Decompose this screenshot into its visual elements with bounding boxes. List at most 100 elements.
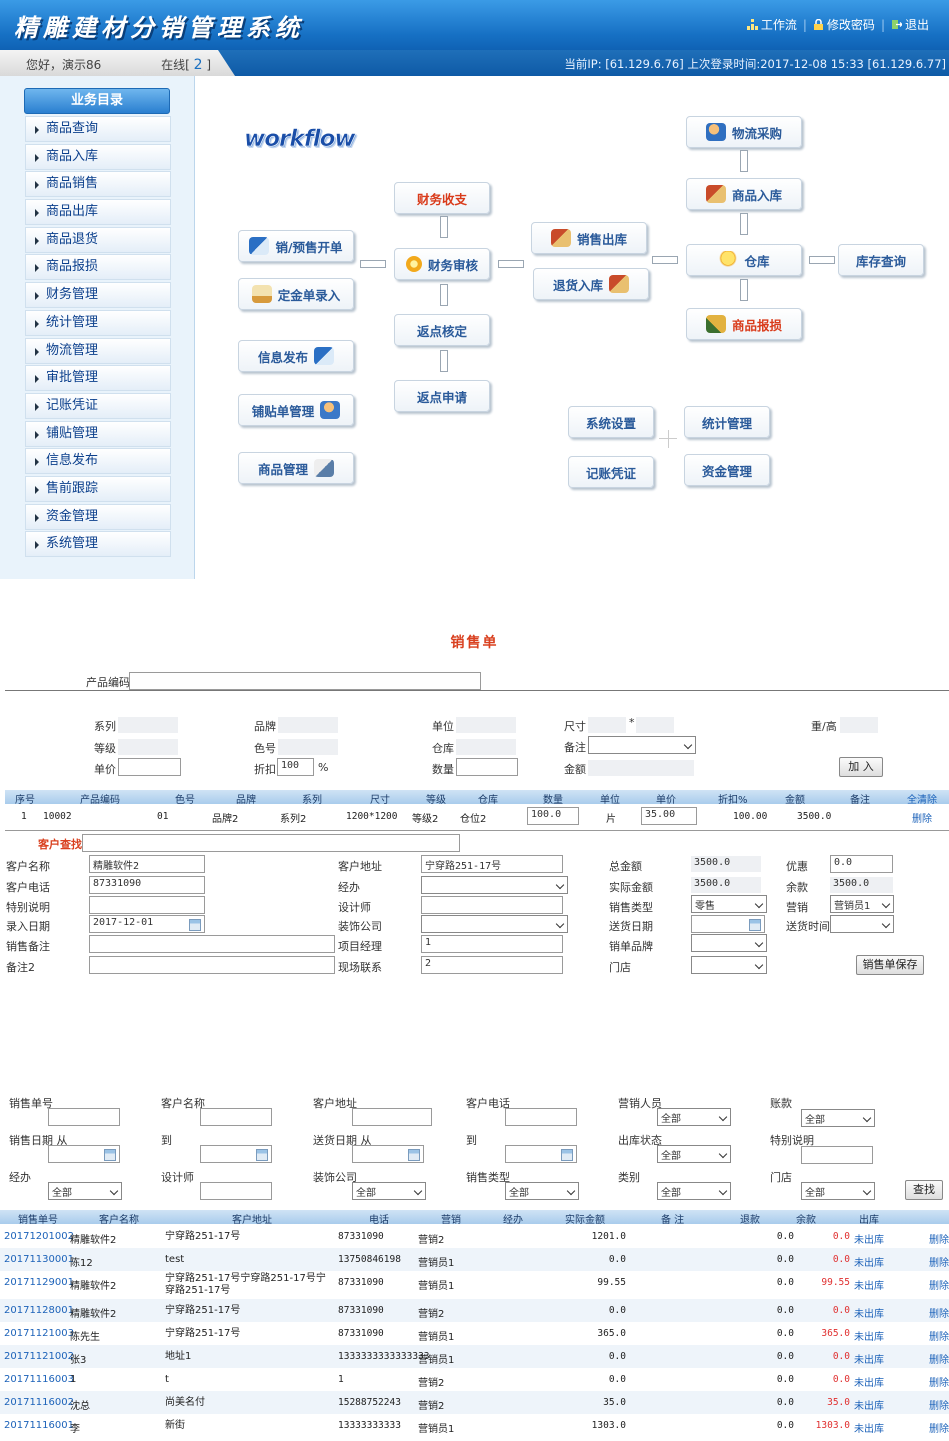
sidebar-item-info-publish[interactable]: 信息发布 — [25, 448, 171, 475]
sidebar-item-product-return[interactable]: 商品退货 — [25, 226, 171, 253]
change-password-link[interactable]: 修改密码 — [813, 16, 875, 33]
node-info-publish[interactable]: 信息发布 — [238, 340, 354, 372]
outbound-status[interactable]: 未出库 — [854, 1351, 884, 1366]
sidebar-item-product-outbound[interactable]: 商品出库 — [25, 199, 171, 226]
node-product-manage[interactable]: 商品管理 — [238, 452, 354, 484]
outbound-status[interactable]: 未出库 — [854, 1328, 884, 1343]
search-cat-select[interactable]: 全部 — [657, 1182, 731, 1200]
sidebar-item-statistics[interactable]: 统计管理 — [25, 309, 171, 336]
search-acct-select[interactable]: 全部 — [801, 1109, 875, 1127]
item-qty-input[interactable]: 100.0 — [527, 807, 579, 825]
order-no-link[interactable]: 20171121002 — [4, 1351, 74, 1362]
node-deposit-entry[interactable]: 定金单录入 — [238, 278, 354, 310]
node-paving-order[interactable]: 铺贴单管理 — [238, 394, 354, 426]
order-no-link[interactable]: 20171116003 — [4, 1374, 74, 1385]
search-des-input[interactable] — [200, 1182, 272, 1200]
delivery-date-input[interactable] — [691, 915, 765, 933]
delivery-time-select[interactable] — [830, 915, 894, 933]
node-stockin[interactable]: 商品入库 — [686, 178, 802, 210]
entry-date-input[interactable]: 2017-12-01 — [89, 915, 205, 933]
delete-link[interactable]: 删除 — [929, 1397, 949, 1412]
item-price-input[interactable]: 35.00 — [641, 807, 697, 825]
node-logistics-purchase[interactable]: 物流采购 — [686, 116, 802, 148]
outbound-status[interactable]: 未出库 — [854, 1420, 884, 1435]
delete-link[interactable]: 删除 — [929, 1254, 949, 1269]
sidebar-item-product-loss[interactable]: 商品报损 — [25, 254, 171, 281]
qty-input[interactable] — [456, 758, 518, 776]
search-out-select[interactable]: 全部 — [657, 1145, 731, 1163]
search-cname-input[interactable] — [200, 1108, 272, 1126]
search-deco-select[interactable]: 全部 — [352, 1182, 426, 1200]
cust-addr-input[interactable]: 宁穿路251-17号 — [421, 855, 563, 873]
sidebar-item-voucher[interactable]: 记账凭证 — [25, 392, 171, 419]
handler-select[interactable] — [421, 876, 568, 894]
node-rebate-verify[interactable]: 返点核定 — [394, 314, 490, 346]
node-return-stockin[interactable]: 退货入库 — [533, 268, 649, 300]
search-deliv-to[interactable] — [505, 1145, 577, 1163]
delete-link[interactable]: 删除 — [929, 1351, 949, 1366]
node-funds[interactable]: 资金管理 — [684, 454, 770, 486]
order-no-link[interactable]: 20171130001 — [4, 1254, 74, 1265]
sidebar-item-system[interactable]: 系统管理 — [25, 531, 171, 558]
node-rebate-apply[interactable]: 返点申请 — [394, 380, 490, 412]
order-no-link[interactable]: 20171116001 — [4, 1420, 74, 1431]
discount-input[interactable]: 100 — [277, 758, 314, 776]
sidebar-item-product-stockin[interactable]: 商品入库 — [25, 143, 171, 170]
search-type-select[interactable]: 全部 — [505, 1182, 579, 1200]
order-no-link[interactable]: 20171201002 — [4, 1231, 74, 1242]
add-item-button[interactable]: 加 入 — [839, 757, 883, 777]
order-no-link[interactable]: 20171128001 — [4, 1305, 74, 1316]
order-brand-select[interactable] — [691, 934, 767, 952]
node-inventory-query[interactable]: 库存查询 — [838, 244, 924, 276]
project-manager-input[interactable]: 1 — [421, 935, 563, 953]
designer-input[interactable] — [421, 896, 563, 914]
node-finance-audit[interactable]: 财务审核 — [394, 248, 490, 280]
sidebar-item-logistics[interactable]: 物流管理 — [25, 337, 171, 364]
sidebar-item-approval[interactable]: 审批管理 — [25, 365, 171, 392]
customer-search-input[interactable] — [82, 834, 460, 852]
outbound-status[interactable]: 未出库 — [854, 1254, 884, 1269]
workflow-link[interactable]: 工作流 — [746, 16, 797, 33]
site-contact-input[interactable]: 2 — [421, 956, 563, 974]
sale-type-select[interactable]: 零售 — [691, 895, 767, 913]
order-no-link[interactable]: 20171116002 — [4, 1397, 74, 1408]
outbound-status[interactable]: 未出库 — [854, 1231, 884, 1246]
node-system-settings[interactable]: 系统设置 — [568, 406, 654, 438]
search-jb-select[interactable]: 全部 — [48, 1182, 122, 1200]
node-warehouse[interactable]: 仓库 — [686, 244, 802, 276]
delete-link[interactable]: 删除 — [929, 1420, 949, 1435]
search-no-input[interactable] — [48, 1108, 120, 1126]
cust-name-input[interactable]: 精雕软件2 — [89, 855, 205, 873]
delete-link[interactable]: 删除 — [929, 1374, 949, 1389]
search-store-select[interactable]: 全部 — [801, 1182, 875, 1200]
sidebar-item-product-query[interactable]: 商品查询 — [25, 116, 171, 142]
node-sales-outbound[interactable]: 销售出库 — [531, 222, 647, 254]
node-product-loss[interactable]: 商品报损 — [686, 308, 802, 340]
sidebar-item-finance[interactable]: 财务管理 — [25, 282, 171, 309]
search-button[interactable]: 查找 — [905, 1180, 943, 1200]
item-delete-link[interactable]: 删除 — [912, 810, 932, 825]
search-ctel-input[interactable] — [505, 1108, 577, 1126]
outbound-status[interactable]: 未出库 — [854, 1397, 884, 1412]
cust-tel-input[interactable]: 87331090 — [89, 876, 205, 894]
search-deliv-from[interactable] — [352, 1145, 424, 1163]
sidebar-item-funds[interactable]: 资金管理 — [25, 503, 171, 530]
search-caddr-input[interactable] — [352, 1108, 432, 1126]
outbound-status[interactable]: 未出库 — [854, 1305, 884, 1320]
note2-input[interactable] — [89, 956, 335, 974]
salesperson-select[interactable]: 营销员1 — [830, 895, 894, 913]
delete-link[interactable]: 删除 — [929, 1277, 949, 1292]
sidebar-item-product-sales[interactable]: 商品销售 — [25, 171, 171, 198]
node-finance-income[interactable]: 财务收支 — [394, 182, 490, 214]
search-date-from[interactable] — [48, 1145, 120, 1163]
save-order-button[interactable]: 销售单保存 — [856, 955, 924, 975]
delete-link[interactable]: 删除 — [929, 1231, 949, 1246]
price-input[interactable] — [118, 758, 181, 776]
node-sales-order[interactable]: 销/预售开单 — [238, 230, 354, 262]
sidebar-item-presales[interactable]: 售前跟踪 — [25, 475, 171, 502]
remark-select[interactable] — [588, 736, 696, 754]
search-sales-select[interactable]: 全部 — [657, 1108, 731, 1126]
outbound-status[interactable]: 未出库 — [854, 1374, 884, 1389]
logout-link[interactable]: 退出 — [891, 16, 929, 33]
order-no-link[interactable]: 20171129001 — [4, 1277, 74, 1288]
